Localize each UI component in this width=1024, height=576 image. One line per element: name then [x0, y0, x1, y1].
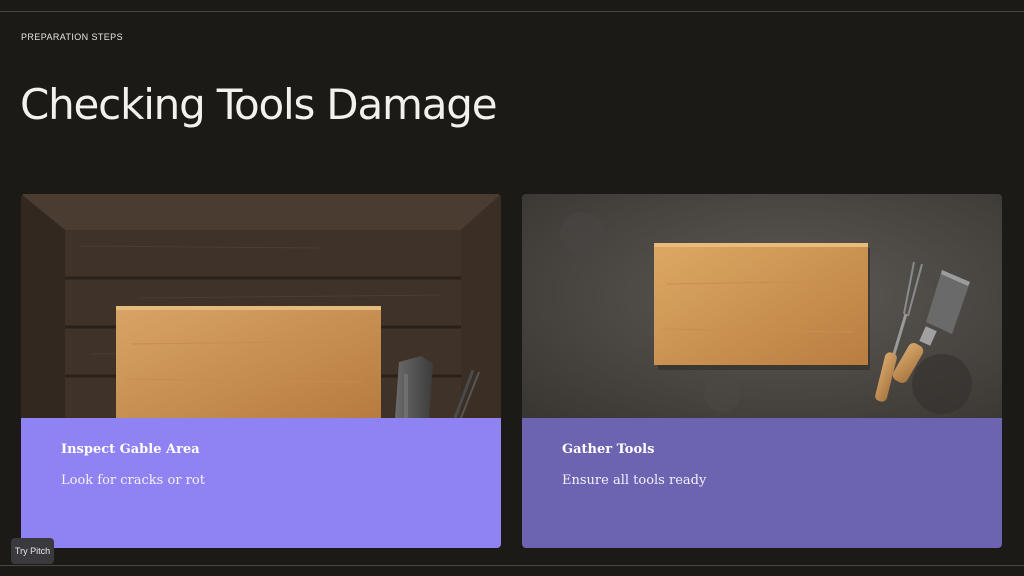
- card-description: Ensure all tools ready: [562, 473, 707, 488]
- card-heading: Inspect Gable Area: [61, 442, 200, 457]
- top-divider: [0, 11, 1024, 12]
- card-description: Look for cracks or rot: [61, 473, 205, 488]
- step-card-inspect: Inspect Gable Area Look for cracks or ro…: [21, 194, 501, 548]
- section-eyebrow: PREPARATION STEPS: [21, 32, 123, 42]
- try-pitch-button[interactable]: Try Pitch: [11, 538, 54, 564]
- step-card-gather: Gather Tools Ensure all tools ready: [522, 194, 1002, 548]
- page-title: Checking Tools Damage: [20, 80, 498, 129]
- card-photo-stone-table: [522, 194, 1002, 418]
- bottom-divider: [0, 565, 1024, 566]
- card-photo-wood-table: [21, 194, 501, 418]
- card-heading: Gather Tools: [562, 442, 655, 457]
- card-info-panel: Gather Tools Ensure all tools ready: [522, 418, 1002, 548]
- card-info-panel: Inspect Gable Area Look for cracks or ro…: [21, 418, 501, 548]
